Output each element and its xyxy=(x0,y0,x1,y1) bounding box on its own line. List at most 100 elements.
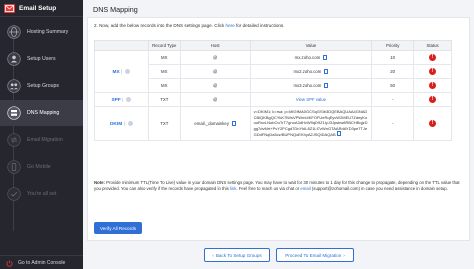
email-link[interactable]: email xyxy=(300,186,310,191)
mobile-icon xyxy=(6,159,22,175)
header-group xyxy=(94,40,149,51)
priority-cell: 20 xyxy=(371,64,415,79)
sidebar-item-email-migration[interactable]: Email Migration xyxy=(0,127,83,153)
priority-cell: 10 xyxy=(371,50,415,65)
info-icon[interactable] xyxy=(125,68,131,74)
status-cell: ! xyxy=(413,50,452,65)
value-text: mx3.zoho.com xyxy=(293,83,322,88)
status-cell: ! xyxy=(413,64,452,79)
table-row: MX @ mx2.zoho.com 20 ! xyxy=(95,64,452,79)
step-tail: for detailed instructions. xyxy=(234,23,285,28)
ttl-note: Note: Provide minimum TTL(Time To Live) … xyxy=(94,180,462,193)
value-text: mx.zoho.com xyxy=(294,55,321,60)
priority-cell: - xyxy=(371,92,415,107)
back-button-label: Back To Setup Groups xyxy=(215,252,262,258)
group-separator: | xyxy=(119,69,123,75)
dns-card: 2. Now, add the below records into the D… xyxy=(87,17,470,241)
sidebar-item-hosting-summary[interactable]: Hosting Summary xyxy=(0,19,83,45)
copy-icon[interactable] xyxy=(324,69,329,74)
admin-console-label: Go to Admin Console xyxy=(18,259,66,266)
value-cell: mx2.zoho.com xyxy=(249,64,373,79)
note-text-2: . Feel free to reach us via chat or xyxy=(236,186,301,192)
error-status-icon[interactable]: ! xyxy=(429,68,437,75)
value-cell: mx3.zoho.com xyxy=(249,78,373,93)
spf-group-label: SPF xyxy=(111,97,121,103)
sidebar-item-label: Hosting Summary xyxy=(27,29,69,35)
check-icon xyxy=(6,186,22,202)
header-host: Host xyxy=(179,40,251,51)
priority-cell: 50 xyxy=(371,78,415,93)
main-content: DNS Mapping 2. Now, add the below record… xyxy=(83,0,474,269)
copy-icon[interactable] xyxy=(336,131,341,137)
step-text: 2. Now, add the below records into the D… xyxy=(94,23,226,28)
mx-group-label: MX xyxy=(112,69,120,75)
header-value: Value xyxy=(249,40,373,51)
sidebar-item-all-set[interactable]: You're all set xyxy=(0,181,83,207)
sidebar-item-setup-users[interactable]: Setup Users xyxy=(0,46,83,72)
record-type-cell: MX xyxy=(147,64,181,79)
record-type-cell: TXT xyxy=(147,106,181,141)
go-to-admin-console[interactable]: Go to Admin Console xyxy=(0,255,83,269)
value-cell: mx.zoho.com xyxy=(249,50,373,65)
sidebar-item-label: Setup Users xyxy=(27,56,56,62)
error-status-icon[interactable]: ! xyxy=(429,54,437,61)
sidebar-item-label: DNS Mapping xyxy=(27,110,60,116)
record-type-cell: MX xyxy=(147,50,181,65)
step-instruction: 2. Now, add the below records into the D… xyxy=(94,23,285,28)
header-status: Status xyxy=(413,40,452,51)
sidebar-item-label: Go Mobile xyxy=(27,164,51,170)
table-header-row: Record Type Host Value Priority Status xyxy=(94,40,452,51)
value-text: mx2.zoho.com xyxy=(293,69,322,74)
globe-icon xyxy=(6,24,22,40)
copy-icon[interactable] xyxy=(323,55,328,60)
host-text: email._domainkey xyxy=(194,120,229,126)
table-row: MX | MX @ mx.zoho.com 10 ! xyxy=(94,50,452,93)
copy-icon[interactable] xyxy=(231,120,236,126)
record-type-cell: MX xyxy=(147,78,181,93)
record-type-cell: TXT xyxy=(147,92,181,107)
instructions-link[interactable]: here xyxy=(226,23,235,28)
status-cell: ! xyxy=(413,106,452,141)
value-cell: View SPF value xyxy=(249,92,373,107)
note-text-3: (support@zohomail.com) in case you need … xyxy=(310,186,448,192)
status-cell: ! xyxy=(413,92,452,107)
copy-icon[interactable] xyxy=(324,83,329,88)
host-cell: @ xyxy=(179,50,251,65)
spf-group-cell: SPF | xyxy=(94,92,149,107)
verify-all-records-button[interactable]: Verify All Records xyxy=(94,222,142,234)
host-cell: @ xyxy=(179,78,251,93)
mx-group-cell: MX | xyxy=(94,50,149,93)
sidebar-item-go-mobile[interactable]: Go Mobile xyxy=(0,154,83,180)
error-status-icon[interactable]: ! xyxy=(429,82,437,89)
dns-icon xyxy=(6,105,22,121)
proceed-to-email-migration-button[interactable]: Proceed To Email Migration › xyxy=(276,248,354,262)
sidebar-item-dns-mapping[interactable]: DNS Mapping xyxy=(0,100,83,126)
error-status-icon[interactable]: ! xyxy=(429,96,437,103)
table-row: SPF | TXT @ View SPF value - ! xyxy=(94,92,452,107)
host-cell: email._domainkey xyxy=(179,106,251,141)
header-priority: Priority xyxy=(371,40,415,51)
dkim-group-label: DKIM xyxy=(109,121,123,127)
mail-icon xyxy=(4,3,15,13)
sidebar-item-label: Setup Groups xyxy=(27,83,60,89)
power-icon xyxy=(6,254,13,269)
page-title: DNS Mapping xyxy=(93,5,138,14)
proceed-button-label: Proceed To Email Migration xyxy=(285,252,342,258)
sidebar-title: Email Setup xyxy=(19,4,57,12)
host-cell: @ xyxy=(179,92,251,107)
header-record-type: Record Type xyxy=(147,40,181,51)
info-icon[interactable] xyxy=(127,120,133,126)
sidebar-item-setup-groups[interactable]: Setup Groups xyxy=(0,73,83,99)
dkim-value-cell: v=DKIM1; k=rsa; p=MIGfMA0GCSqGSIb3DQEBAQ… xyxy=(249,106,373,141)
group-icon xyxy=(6,78,22,94)
table-row: DKIM | TXT email._domainkey v=DKIM1; k=r… xyxy=(94,106,452,141)
sidebar-item-label: You're all set xyxy=(27,191,57,197)
back-to-setup-groups-button[interactable]: ‹ Back To Setup Groups xyxy=(204,248,270,262)
group-separator: | xyxy=(122,121,125,127)
error-status-icon[interactable]: ! xyxy=(429,119,437,127)
info-icon[interactable] xyxy=(126,96,132,102)
priority-cell: - xyxy=(371,106,415,141)
chevron-left-icon: ‹ xyxy=(212,252,214,258)
chevron-right-icon: › xyxy=(343,252,345,258)
view-spf-link[interactable]: View SPF value xyxy=(296,97,326,102)
